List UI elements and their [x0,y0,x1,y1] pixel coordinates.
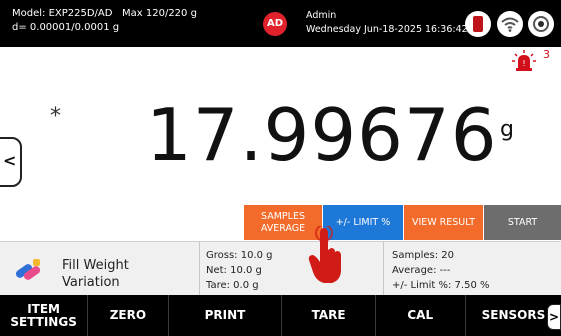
net-value: Net: 10.0 g [206,265,262,276]
start-label: START [507,216,538,228]
fill-weight-icon [15,259,41,280]
statistics-readings: Samples: 20 Average: --- +/- Limit %: 7.… [392,248,490,293]
tare-button[interactable]: TARE [282,295,376,336]
usb-icon[interactable] [465,11,491,37]
cal-label: CAL [407,308,434,322]
camera-icon[interactable] [528,11,554,37]
model-line: Model: EXP225D/AD Max 120/220 g [12,8,197,19]
zero-button[interactable]: ZERO [88,295,169,336]
chevron-right-icon[interactable]: > [547,304,561,330]
weight-readout: 17.99676 [146,93,498,177]
division-line: d= 0.00001/0.0001 g [12,22,120,33]
gross-value: Gross: 10.0 g [206,250,273,261]
item-settings-label: ITEM SETTINGS [10,301,77,329]
tare-label: TARE [311,308,346,322]
sensors-label: SENSORS [481,308,546,322]
start-button[interactable]: START [484,205,561,240]
cal-button[interactable]: CAL [376,295,466,336]
weight-readings: Gross: 10.0 g Net: 10.0 g Tare: 0.0 g [206,248,273,293]
alert-count: 3 [543,48,550,61]
chevron-left-icon: < [3,151,17,170]
view-result-label: VIEW RESULT [411,216,476,228]
model-info: Model: EXP225D/AD Max 120/220 g d= 0.000… [12,7,197,35]
stability-marker: * [50,104,61,129]
print-button[interactable]: PRINT [169,295,283,336]
user-name: Admin [306,10,337,21]
view-result-button[interactable]: VIEW RESULT [404,205,483,240]
limit-value: +/- Limit %: 7.50 % [392,280,490,291]
zero-label: ZERO [109,308,147,322]
wifi-icon[interactable] [497,11,523,37]
tare-value: Tare: 0.0 g [206,280,259,291]
print-label: PRINT [204,308,246,322]
samples-value: Samples: 20 [392,250,454,261]
application-name[interactable]: Fill Weight Variation [62,257,129,291]
average-value: Average: --- [392,265,451,276]
user-info: Admin Wednesday Jun-18-2025 16:36:42 [306,9,468,37]
side-panel-toggle[interactable]: < [0,137,22,187]
application-name-line2: Variation [62,275,120,290]
bottom-navigation: ITEM SETTINGS ZERO PRINT TARE CAL SENSOR… [0,295,561,336]
top-status-bar: Model: EXP225D/AD Max 120/220 g d= 0.000… [0,0,561,47]
samples-average-label: SAMPLES AVERAGE [260,210,306,234]
date-time: Wednesday Jun-18-2025 16:36:42 [306,24,468,35]
info-divider [383,242,384,296]
info-panel: Fill Weight Variation Gross: 10.0 g Net:… [0,241,561,296]
application-name-line1: Fill Weight [62,258,129,273]
svg-text:!: ! [522,59,525,68]
user-avatar[interactable]: AD [263,12,287,36]
pointing-hand-icon [308,226,341,283]
weight-unit[interactable]: g [500,117,514,142]
info-divider [199,242,200,296]
item-settings-button[interactable]: ITEM SETTINGS [0,295,89,336]
siren-icon[interactable]: ! [512,50,536,72]
